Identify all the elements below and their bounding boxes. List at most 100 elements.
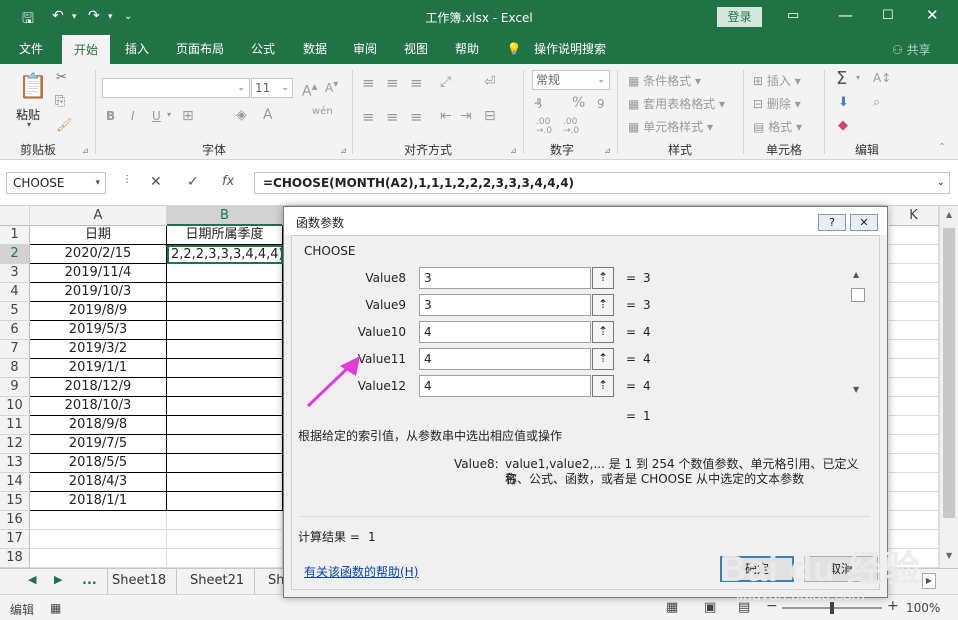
arg-input[interactable]: 3 [419, 267, 591, 289]
table-cell[interactable]: 2019/5/3 [30, 321, 167, 340]
prev-sheet-icon[interactable]: ◀ [28, 573, 36, 586]
cell-styles-button[interactable]: ▦ 单元格样式 ▾ [628, 118, 713, 135]
table-cell[interactable] [889, 264, 939, 283]
wrap-text-icon[interactable]: ⏎ [484, 74, 496, 90]
tab-home[interactable]: 开始 [62, 34, 110, 64]
table-cell[interactable] [167, 283, 283, 302]
percent-icon[interactable]: % [572, 95, 585, 111]
format-as-table-button[interactable]: ▦ 套用表格格式 ▾ [628, 95, 725, 112]
login-button[interactable]: 登录 [717, 7, 762, 27]
shrink-font-icon[interactable]: A▾ [325, 79, 338, 95]
table-cell[interactable]: 2018/9/8 [30, 416, 167, 435]
table-cell[interactable] [889, 321, 939, 340]
table-cell[interactable]: 2018/12/9 [30, 378, 167, 397]
tab-data[interactable]: 数据 [294, 34, 336, 64]
number-launcher-icon[interactable]: ⊿ [604, 146, 611, 155]
table-cell[interactable] [167, 264, 283, 283]
table-cell[interactable] [889, 397, 939, 416]
row-header[interactable]: 1 [0, 226, 30, 245]
tab-insert[interactable]: 插入 [116, 34, 158, 64]
font-size-box[interactable]: 11 ⌄ [251, 78, 293, 98]
table-cell[interactable] [167, 359, 283, 378]
scroll-up-icon[interactable]: ▲ [853, 270, 859, 279]
table-cell[interactable] [889, 435, 939, 454]
close-window-icon[interactable]: ✕ [926, 6, 939, 24]
zoom-level[interactable]: 100% [906, 601, 940, 615]
cut-icon[interactable]: ✂ [56, 70, 67, 85]
row-header[interactable]: 13 [0, 454, 30, 473]
hscroll-right-icon[interactable]: ▶ [922, 573, 936, 589]
dialog-help-button[interactable]: ? [818, 214, 846, 231]
table-cell[interactable]: 2020/2/15 [30, 245, 167, 264]
row-header[interactable]: 10 [0, 397, 30, 416]
header-cell-date[interactable]: 日期 [30, 226, 167, 245]
ribbon-display-icon[interactable]: ▭ [787, 8, 799, 23]
row-header[interactable]: 8 [0, 359, 30, 378]
insert-cells-button[interactable]: ⊞ 插入 ▾ [753, 72, 801, 89]
sheet-tab-sheet21[interactable]: Sheet21 [180, 569, 256, 595]
table-cell[interactable] [889, 245, 939, 264]
copy-icon[interactable]: ⎘ [55, 94, 65, 109]
scroll-thumb[interactable] [851, 288, 865, 302]
table-cell[interactable]: 2019/1/1 [30, 359, 167, 378]
row-header[interactable]: 11 [0, 416, 30, 435]
font-launcher-icon[interactable]: ⊿ [340, 146, 347, 155]
table-cell[interactable] [167, 378, 283, 397]
table-cell[interactable] [167, 416, 283, 435]
tab-page-layout[interactable]: 页面布局 [168, 34, 232, 64]
cancel-button[interactable]: 取消 [804, 556, 878, 582]
confirm-entry-icon[interactable]: ✓ [187, 174, 199, 190]
number-format-box[interactable]: 常规 ⌄ [532, 70, 610, 90]
collapse-dialog-icon[interactable]: ⇡ [592, 294, 614, 316]
fill-icon[interactable]: ⬇ [838, 95, 849, 110]
arg-input[interactable]: 4 [419, 375, 591, 397]
grow-font-icon[interactable]: A▴ [302, 79, 317, 100]
clear-icon[interactable]: ◆ [838, 118, 848, 133]
row-header[interactable]: 17 [0, 530, 30, 549]
collapse-dialog-icon[interactable]: ⇡ [592, 321, 614, 343]
table-cell[interactable] [889, 226, 939, 245]
orientation-icon[interactable]: ⤢ [440, 74, 451, 90]
table-cell[interactable]: 2018/4/3 [30, 473, 167, 492]
row-header[interactable]: 14 [0, 473, 30, 492]
scroll-down-icon[interactable]: ▼ [946, 551, 952, 560]
page-layout-view-icon[interactable]: ▣ [704, 600, 716, 615]
table-cell[interactable] [889, 530, 939, 549]
formula-input[interactable]: =CHOOSE(MONTH(A2),1,1,1,2,2,2,3,3,3,4,4,… [254, 172, 950, 194]
table-cell[interactable] [889, 492, 939, 511]
row-header[interactable]: 7 [0, 340, 30, 359]
table-cell[interactable] [167, 435, 283, 454]
indent-decrease-icon[interactable]: ⇤ [440, 108, 452, 124]
table-cell[interactable] [889, 302, 939, 321]
indent-increase-icon[interactable]: ⇥ [460, 108, 472, 124]
expand-formula-icon[interactable]: ⌄ [937, 173, 945, 193]
tell-me-search[interactable]: 操作说明搜索 [528, 34, 612, 64]
row-header[interactable]: 4 [0, 283, 30, 302]
cancel-entry-icon[interactable]: ✕ [150, 174, 162, 190]
table-cell[interactable] [889, 549, 939, 568]
scroll-up-icon[interactable]: ▲ [946, 210, 952, 219]
arg-input[interactable]: 4 [419, 321, 591, 343]
dialog-close-button[interactable]: ✕ [850, 214, 878, 231]
paste-icon[interactable]: 📋 [18, 72, 48, 100]
table-cell[interactable] [167, 473, 283, 492]
zoom-in-icon[interactable]: + [887, 598, 899, 614]
autosum-dropdown-icon[interactable]: ▾ [856, 73, 860, 82]
delete-cells-button[interactable]: ⊟ 删除 ▾ [753, 95, 801, 112]
italic-icon[interactable]: I [131, 109, 135, 123]
tab-review[interactable]: 审阅 [344, 34, 386, 64]
row-header[interactable]: 15 [0, 492, 30, 511]
select-all-corner[interactable] [0, 206, 30, 226]
row-header[interactable]: 12 [0, 435, 30, 454]
sheet-vertical-scrollbar[interactable]: ▲ ▼ [939, 206, 958, 568]
scroll-down-icon[interactable]: ▼ [853, 385, 859, 394]
table-cell[interactable] [889, 340, 939, 359]
minimize-icon[interactable]: — [838, 6, 853, 24]
align-center-icon[interactable]: ≡ [386, 108, 399, 126]
table-cell[interactable]: 2019/3/2 [30, 340, 167, 359]
zoom-slider[interactable] [782, 602, 882, 614]
table-cell[interactable] [167, 397, 283, 416]
tab-help[interactable]: 帮助 [446, 34, 488, 64]
row-header[interactable]: 2 [0, 245, 30, 264]
table-cell[interactable] [167, 302, 283, 321]
